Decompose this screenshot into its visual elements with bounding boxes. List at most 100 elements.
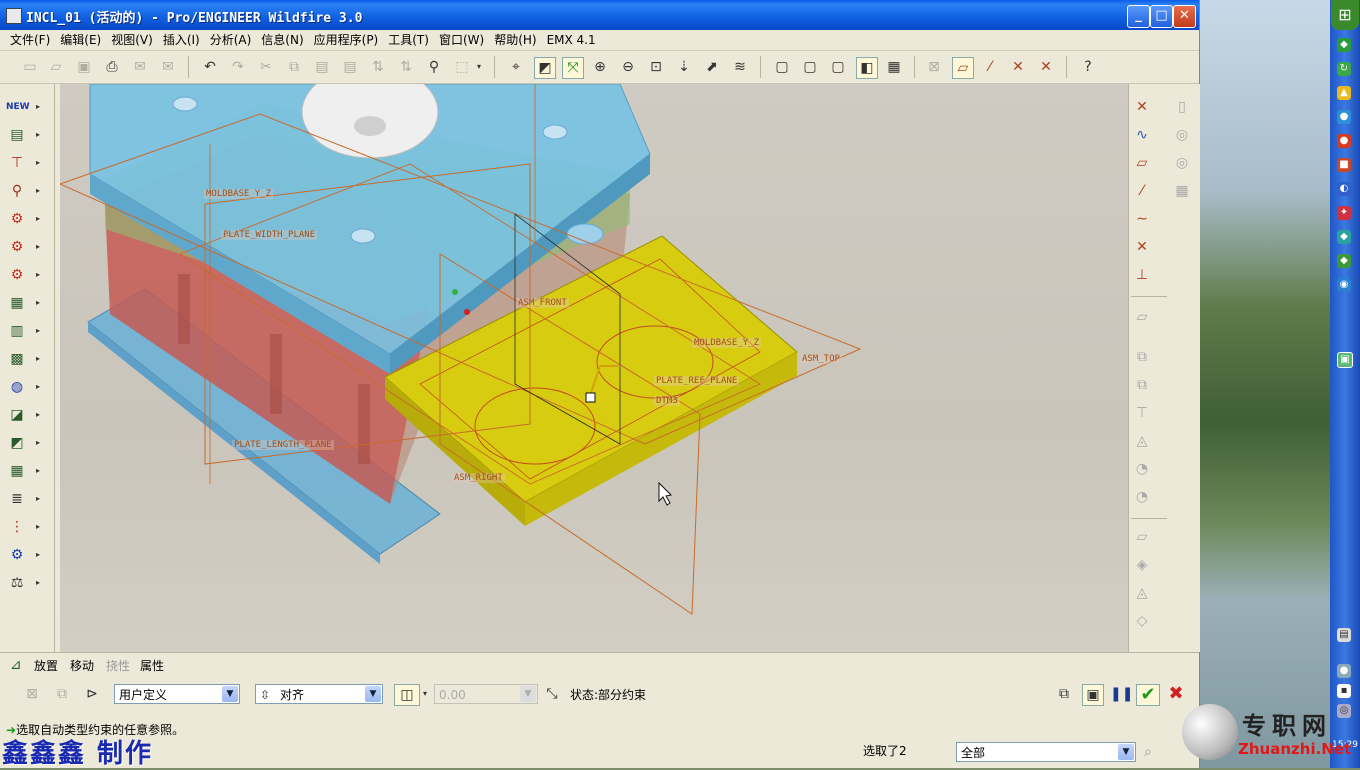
csys-display-icon[interactable]: ✕ — [1036, 57, 1056, 77]
datum-label[interactable]: ASM_RIGHT — [452, 473, 505, 483]
tab-flexibility[interactable]: 挠性 — [106, 657, 130, 674]
menu-tools[interactable]: 工具(T) — [383, 30, 434, 50]
menu-emx[interactable]: EMX 4.1 — [542, 30, 601, 50]
offset-icon[interactable]: ◔ — [1131, 458, 1153, 480]
settings-icon[interactable]: ⚙ ▸ — [6, 544, 40, 566]
wireframe-icon[interactable]: ▢ — [772, 57, 792, 77]
network-icon[interactable]: ◐ — [1337, 182, 1351, 196]
csys-icon[interactable]: ⊥ — [1131, 264, 1153, 286]
pause-icon[interactable]: ❚❚ — [1110, 684, 1133, 704]
dowel-icon[interactable]: ⚙ ▸ — [6, 236, 40, 258]
chevron-down-icon[interactable]: ▼ — [520, 686, 536, 702]
tab-move[interactable]: 移动 — [70, 657, 94, 674]
datum-label[interactable]: ASM_TOP — [800, 354, 842, 364]
find-icon[interactable]: ⚲ — [424, 57, 444, 77]
extra-icon[interactable]: ▦ — [1171, 180, 1193, 202]
chevron-down-icon[interactable]: ▼ — [365, 686, 381, 702]
offset-type-icon[interactable]: ◫ — [394, 684, 420, 706]
paste-special-icon[interactable]: ▤ — [340, 57, 360, 77]
plate-icon[interactable]: ▤ ▸ — [6, 124, 40, 146]
thicken-icon[interactable]: ◔ — [1131, 486, 1153, 508]
cancel-button[interactable]: ✖ — [1166, 684, 1186, 704]
constraint-set-select[interactable]: 用户定义 ▼ — [114, 684, 240, 704]
no-hidden-icon[interactable]: ▢ — [828, 57, 848, 77]
chevron-down-icon[interactable]: ▾ — [420, 684, 430, 704]
convert-icon[interactable]: ⧉ — [52, 684, 72, 704]
send-link-icon[interactable]: ✉ — [158, 57, 178, 77]
datum-plane-icon[interactable]: ▱ — [1131, 152, 1153, 174]
app-icon[interactable]: ✦ — [1337, 206, 1351, 220]
datum-axis-icon[interactable]: ⁄ — [1131, 180, 1153, 202]
app-icon[interactable]: ■ — [1337, 158, 1351, 172]
process-icon[interactable]: ▦ ▸ — [6, 460, 40, 482]
datum-label[interactable]: DTM3 — [654, 396, 680, 406]
datum-label[interactable]: ASM_FRONT — [516, 298, 569, 308]
orient-mode-icon[interactable]: ◩ — [534, 57, 556, 79]
user-defined-set-icon[interactable]: ⊠ — [22, 684, 42, 704]
maximize-button[interactable]: □ — [1150, 5, 1173, 28]
regenerate-icon[interactable]: ⇅ — [368, 57, 388, 77]
send-mail-icon[interactable]: ✉ — [130, 57, 150, 77]
slider-icon[interactable]: ▥ ▸ — [6, 320, 40, 342]
cut-icon[interactable]: ✂ — [256, 57, 276, 77]
datum-display-off-icon[interactable]: ⊠ — [924, 57, 944, 77]
hidden-line-icon[interactable]: ▢ — [800, 57, 820, 77]
taskbar-window-icon[interactable]: ▣ — [1337, 352, 1353, 368]
merge-icon[interactable]: ⧉ — [1131, 346, 1153, 368]
menu-insert[interactable]: 插入(I) — [158, 30, 205, 50]
datum-point-icon[interactable]: ✕ — [1131, 96, 1153, 118]
refit-icon[interactable]: ⊡ — [646, 57, 666, 77]
confirm-button[interactable]: ✔ — [1136, 684, 1160, 706]
check-icon[interactable]: ⚖ ▸ — [6, 572, 40, 594]
copy-icon[interactable]: ⧉ — [284, 57, 304, 77]
datum-label[interactable]: PLATE_WIDTH_PLANE — [221, 230, 318, 240]
model-tree-icon[interactable]: ▦ — [884, 57, 904, 77]
app-icon[interactable]: ● — [1337, 664, 1351, 678]
app-icon[interactable]: ● — [1337, 134, 1351, 148]
lifter-icon[interactable]: ▩ ▸ — [6, 348, 40, 370]
title-bar[interactable]: INCL_01 (活动的) - Pro/ENGINEER Wildfire 3.… — [0, 0, 1199, 30]
blend-icon[interactable]: ◇ — [1131, 610, 1153, 632]
db-icon[interactable]: ◍ ▸ — [6, 376, 40, 398]
extrude-icon[interactable]: ▱ — [1131, 526, 1153, 548]
saved-views-icon[interactable]: ⬈ — [702, 57, 722, 77]
menu-window[interactable]: 窗口(W) — [434, 30, 489, 50]
menu-help[interactable]: 帮助(H) — [489, 30, 541, 50]
app-icon[interactable]: ▪ — [1337, 684, 1351, 698]
chevron-down-icon[interactable]: ▼ — [222, 686, 238, 702]
sweep-icon[interactable]: ◬ — [1131, 582, 1153, 604]
mirror-icon[interactable]: ▱ — [1131, 306, 1153, 328]
guide-icon[interactable]: ⚙ ▸ — [6, 264, 40, 286]
spin-center-icon[interactable]: ⌖ — [506, 57, 526, 77]
chevron-down-icon[interactable]: ▾ — [474, 57, 484, 77]
revolve-icon[interactable]: ◈ — [1131, 554, 1153, 576]
new-file-icon[interactable]: ▭ — [20, 57, 40, 77]
extra-icon[interactable]: ◎ — [1171, 124, 1193, 146]
cutout-icon[interactable]: ⧉ — [1131, 374, 1153, 396]
offset-input[interactable]: 0.00 ▼ — [434, 684, 538, 704]
menu-analysis[interactable]: 分析(A) — [205, 30, 257, 50]
sketch-icon[interactable]: ∿ — [1131, 124, 1153, 146]
drawing-icon[interactable]: ◩ ▸ — [6, 432, 40, 454]
start-button[interactable]: ⊞ — [1331, 0, 1359, 30]
cooling-icon[interactable]: ▦ ▸ — [6, 292, 40, 314]
redo-icon[interactable]: ↷ — [228, 57, 248, 77]
datum-label[interactable]: MOLDBASE_Y_Z — [692, 338, 762, 348]
component-icon[interactable]: ⊤ ▸ — [6, 152, 40, 174]
refresh-icon[interactable]: ↻ — [1337, 62, 1351, 76]
filter-select[interactable]: 全部 ▼ — [956, 742, 1136, 762]
app-icon[interactable]: ◆ — [1337, 230, 1351, 244]
ejector-icon[interactable]: ⚙ ▸ — [6, 208, 40, 230]
reorient-icon[interactable]: ⇣ — [674, 57, 694, 77]
zoom-out-icon[interactable]: ⊖ — [618, 57, 638, 77]
layers-icon[interactable]: ≋ — [730, 57, 750, 77]
undo-icon[interactable]: ↶ — [200, 57, 220, 77]
graphics-window[interactable]: MOLDBASE_Y_Z PLATE_WIDTH_PLANE ASM_FRONT… — [60, 84, 1128, 652]
print-icon[interactable]: ⎙ — [102, 57, 122, 77]
tree-icon[interactable]: ⋮ ▸ — [6, 516, 40, 538]
tab-placement[interactable]: 放置 — [34, 657, 58, 674]
app-icon[interactable]: ◉ — [1337, 278, 1351, 292]
flip-icon[interactable]: ⤡ — [542, 684, 562, 704]
tab-properties[interactable]: 属性 — [140, 657, 164, 674]
datum-point-display-icon[interactable]: ✕ — [1008, 57, 1028, 77]
